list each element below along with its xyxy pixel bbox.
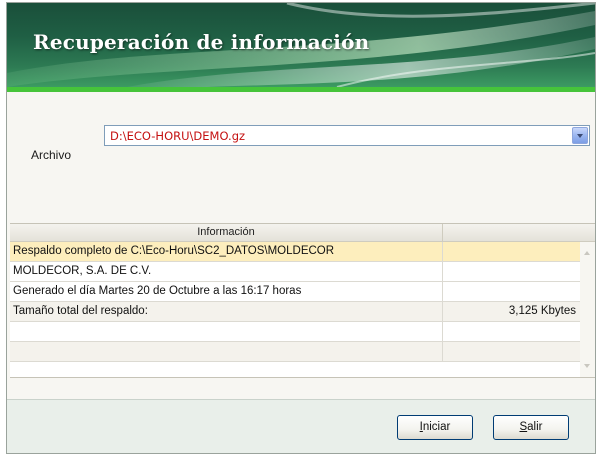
grid-cell-info [10,322,443,341]
iniciar-label: niciar [422,421,451,433]
grid-cell-info: Generado el día Martes 20 de Octubre a l… [10,282,443,301]
recovery-dialog: Recuperación de información Archivo D:\E… [6,2,596,454]
salir-accelerator: S [519,421,528,433]
dialog-title: Recuperación de información [33,30,370,54]
file-combobox[interactable]: D:\ECO-HORU\DEMO.gz [104,125,590,146]
table-row[interactable] [10,342,580,362]
grid-scrollbar[interactable] [580,242,595,377]
grid-cell-value [443,242,580,261]
info-grid[interactable]: Información Respaldo completo de C:\Eco-… [10,223,595,378]
chevron-down-icon [577,134,583,138]
grid-cell-value: 3,125 Kbytes [508,305,576,317]
salir-label: alir [527,421,543,433]
table-row[interactable]: MOLDECOR, S.A. DE C.V. [10,262,580,282]
table-row[interactable] [10,322,580,342]
grid-cell-value [443,342,580,361]
grid-cell-value [443,282,580,301]
scroll-down-arrow-icon[interactable] [584,364,590,368]
salir-button[interactable]: Salir [493,415,569,440]
grid-cell-info: Respaldo completo de C:\Eco-Horu\SC2_DAT… [10,242,443,261]
grid-cell-value [443,322,580,341]
grid-column-header-informacion[interactable]: Información [10,224,443,241]
grid-cell-info: MOLDECOR, S.A. DE C.V. [10,262,443,281]
header-accent-line [7,87,595,92]
table-row[interactable]: Respaldo completo de C:\Eco-Horu\SC2_DAT… [10,242,580,262]
button-bar: Iniciar Salir [7,399,595,453]
grid-cell-info: Tamaño total del respaldo: [10,302,443,321]
table-row[interactable]: Tamaño total del respaldo: 3,125 Kbytes [10,302,580,322]
file-dropdown-button[interactable] [572,127,588,144]
file-label: Archivo [31,148,72,162]
grid-cell-value [443,262,580,281]
table-row[interactable]: Generado el día Martes 20 de Octubre a l… [10,282,580,302]
grid-cell-info [10,342,443,361]
header-banner: Recuperación de información [7,3,595,87]
file-path-value[interactable]: D:\ECO-HORU\DEMO.gz [110,129,245,143]
grid-header: Información [10,224,595,242]
scroll-up-arrow-icon[interactable] [584,251,590,255]
iniciar-button[interactable]: Iniciar [397,415,473,440]
